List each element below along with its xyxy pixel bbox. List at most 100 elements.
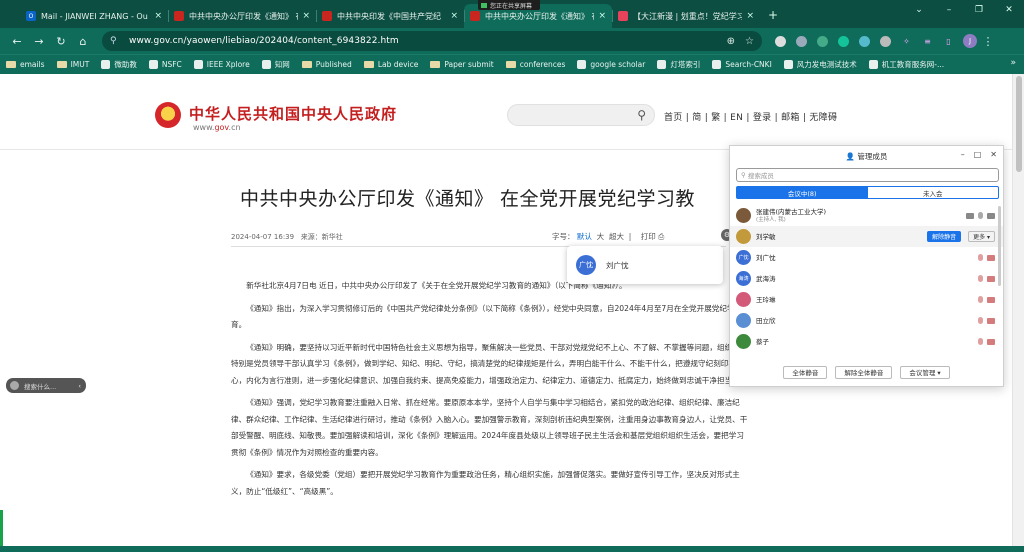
bookmark-item[interactable]: google scholar (577, 60, 645, 69)
bookmark-icon (577, 60, 587, 69)
minimize-icon[interactable]: – (934, 0, 964, 20)
microphone-icon[interactable] (978, 275, 983, 282)
camera-icon[interactable] (987, 338, 995, 345)
profile-avatar[interactable]: J (963, 34, 977, 48)
font-xlarge-option[interactable]: 超大 (609, 232, 624, 241)
screen-share-badge[interactable]: 您正在共享屏幕 (478, 0, 540, 10)
bookmark-item[interactable]: Published (301, 60, 352, 69)
site-info-icon[interactable]: ⚲ (110, 36, 121, 46)
member-row[interactable]: 广忱 刘广忱 (730, 247, 1003, 268)
forward-arrow-icon[interactable]: → (28, 31, 50, 51)
extension-icon-6[interactable] (877, 33, 894, 50)
home-icon[interactable]: ⌂ (72, 31, 94, 51)
chevron-left-icon[interactable]: ‹ (78, 382, 81, 390)
close-icon[interactable]: × (746, 11, 754, 21)
unmute-all-button[interactable]: 解除全体静音 (835, 365, 893, 379)
microphone-icon[interactable] (978, 338, 983, 345)
bookmark-item[interactable]: 机工教育服务网-... (868, 59, 944, 70)
camera-icon[interactable] (987, 317, 995, 324)
scrollbar[interactable] (998, 206, 1001, 286)
close-icon[interactable]: ✕ (990, 150, 997, 159)
bookmark-item[interactable]: Search-CNKI (712, 60, 772, 69)
national-emblem-icon[interactable] (155, 102, 181, 128)
member-row[interactable]: 田立欣 (730, 310, 1003, 331)
font-default-option[interactable]: 默认 (577, 232, 592, 241)
camera-icon[interactable] (987, 254, 995, 261)
extension-icon-1[interactable] (772, 33, 789, 50)
microphone-icon[interactable] (978, 296, 983, 303)
camera-icon[interactable] (987, 296, 995, 303)
sidebar-icon[interactable]: ▯ (940, 33, 957, 50)
extension-icon-3[interactable] (814, 33, 831, 50)
top-nav[interactable]: 首页 | 简 | 繁 | EN | 登录 | 邮箱 | 无障碍 (664, 110, 837, 123)
maximize-icon[interactable]: ❐ (964, 0, 994, 20)
speaker-card[interactable]: 广忱 刘广忱 (567, 246, 723, 284)
member-row[interactable]: 刘学敏 解除静音 更多 ▾ (730, 226, 1003, 247)
bookmark-item[interactable]: IEEE Xplore (193, 60, 250, 69)
bookmark-item[interactable]: NSFC (148, 60, 182, 69)
member-row[interactable]: 蔡子 (730, 331, 1003, 352)
microphone-icon[interactable] (978, 212, 983, 219)
member-row[interactable]: 海涛 武海涛 (730, 268, 1003, 289)
font-large-option[interactable]: 大 (597, 232, 605, 241)
zoom-icon[interactable]: ⊕ (727, 36, 735, 47)
bookmark-item[interactable]: conferences (505, 60, 565, 69)
url-text[interactable]: www.gov.cn/yaowen/liebiao/202404/content… (129, 36, 717, 46)
member-avatar (736, 334, 751, 349)
bookmark-item[interactable]: 灯塔索引 (657, 59, 700, 70)
close-icon[interactable]: × (450, 11, 458, 21)
maximize-icon[interactable]: □ (974, 150, 982, 159)
panel-footer: 全体静音 解除全体静音 会议管理 ▾ (730, 358, 1003, 386)
member-row[interactable]: 张建伟(内蒙古工业大学) (主持人, 我) (730, 205, 1003, 226)
close-icon[interactable]: × (598, 11, 606, 21)
bookmarks-more-icon[interactable]: » (1010, 58, 1016, 68)
more-button[interactable]: 更多 ▾ (968, 231, 995, 242)
site-search-input[interactable]: ⚲ (507, 104, 655, 126)
camera-icon[interactable] (987, 212, 995, 219)
close-icon[interactable]: × (154, 11, 162, 21)
printer-icon[interactable]: ⎙ (658, 232, 664, 241)
site-name[interactable]: 中华人民共和国中央人民政府 (189, 103, 397, 124)
tab-dajiang[interactable]: 【大江新漫 | 划重点！党纪学习 × (612, 4, 760, 28)
close-window-icon[interactable]: ✕ (994, 0, 1024, 20)
bookmark-item[interactable]: 知网 (261, 59, 290, 70)
member-row[interactable]: 王玲琳 (730, 289, 1003, 310)
meeting-manage-button[interactable]: 会议管理 ▾ (900, 365, 950, 379)
extension-icon-2[interactable] (793, 33, 810, 50)
bookmark-item[interactable]: emails (6, 60, 45, 69)
bookmark-item[interactable]: Lab device (363, 60, 418, 69)
microphone-icon[interactable] (978, 254, 983, 261)
close-icon[interactable]: × (302, 11, 310, 21)
extension-icon-5[interactable] (856, 33, 873, 50)
member-search-input[interactable]: ⚲ 搜索成员 (736, 168, 999, 182)
floating-search-pill[interactable]: 搜索什么... ‹ (6, 378, 86, 393)
tab-not-joined[interactable]: 未入会 (868, 187, 999, 198)
bookmark-item[interactable]: 微助教 (101, 59, 137, 70)
unmute-button[interactable]: 解除静音 (927, 231, 962, 242)
tab-gov-2[interactable]: 中共中央印发《中国共产党纪 × (316, 4, 464, 28)
minimize-icon[interactable]: – (961, 150, 965, 159)
page-scrollbar[interactable] (1012, 74, 1024, 546)
reading-list-icon[interactable]: ≡ (919, 33, 936, 50)
menu-icon[interactable]: ⋮ (977, 31, 999, 51)
tab-gov-1[interactable]: 中共中央办公厅印发《通知》 在 × (168, 4, 316, 28)
puzzle-icon[interactable]: ✧ (898, 33, 915, 50)
search-icon[interactable]: ⚲ (637, 108, 646, 122)
back-arrow-icon[interactable]: ← (6, 31, 28, 51)
mute-all-button[interactable]: 全体静音 (783, 365, 828, 379)
print-button[interactable]: 打印 (641, 232, 656, 241)
address-bar[interactable]: ⚲ www.gov.cn/yaowen/liebiao/202404/conte… (102, 31, 762, 51)
camera-icon[interactable] (987, 275, 995, 282)
tab-search-icon[interactable]: ⌄ (904, 0, 934, 20)
tab-in-meeting[interactable]: 会议中(8) (737, 187, 868, 198)
bookmark-item[interactable]: IMUT (56, 60, 89, 69)
bookmark-item[interactable]: Paper submit (430, 60, 494, 69)
grammarly-icon[interactable] (835, 33, 852, 50)
tab-mail[interactable]: O Mail - JIANWEI ZHANG - Ou × (20, 4, 168, 28)
new-tab-button[interactable]: + (768, 4, 778, 28)
scrollbar-thumb[interactable] (1016, 76, 1022, 172)
bookmark-item[interactable]: 风力发电测试技术 (783, 59, 857, 70)
star-icon[interactable]: ☆ (745, 36, 754, 47)
reload-icon[interactable]: ↻ (50, 31, 72, 51)
microphone-icon[interactable] (978, 317, 983, 324)
